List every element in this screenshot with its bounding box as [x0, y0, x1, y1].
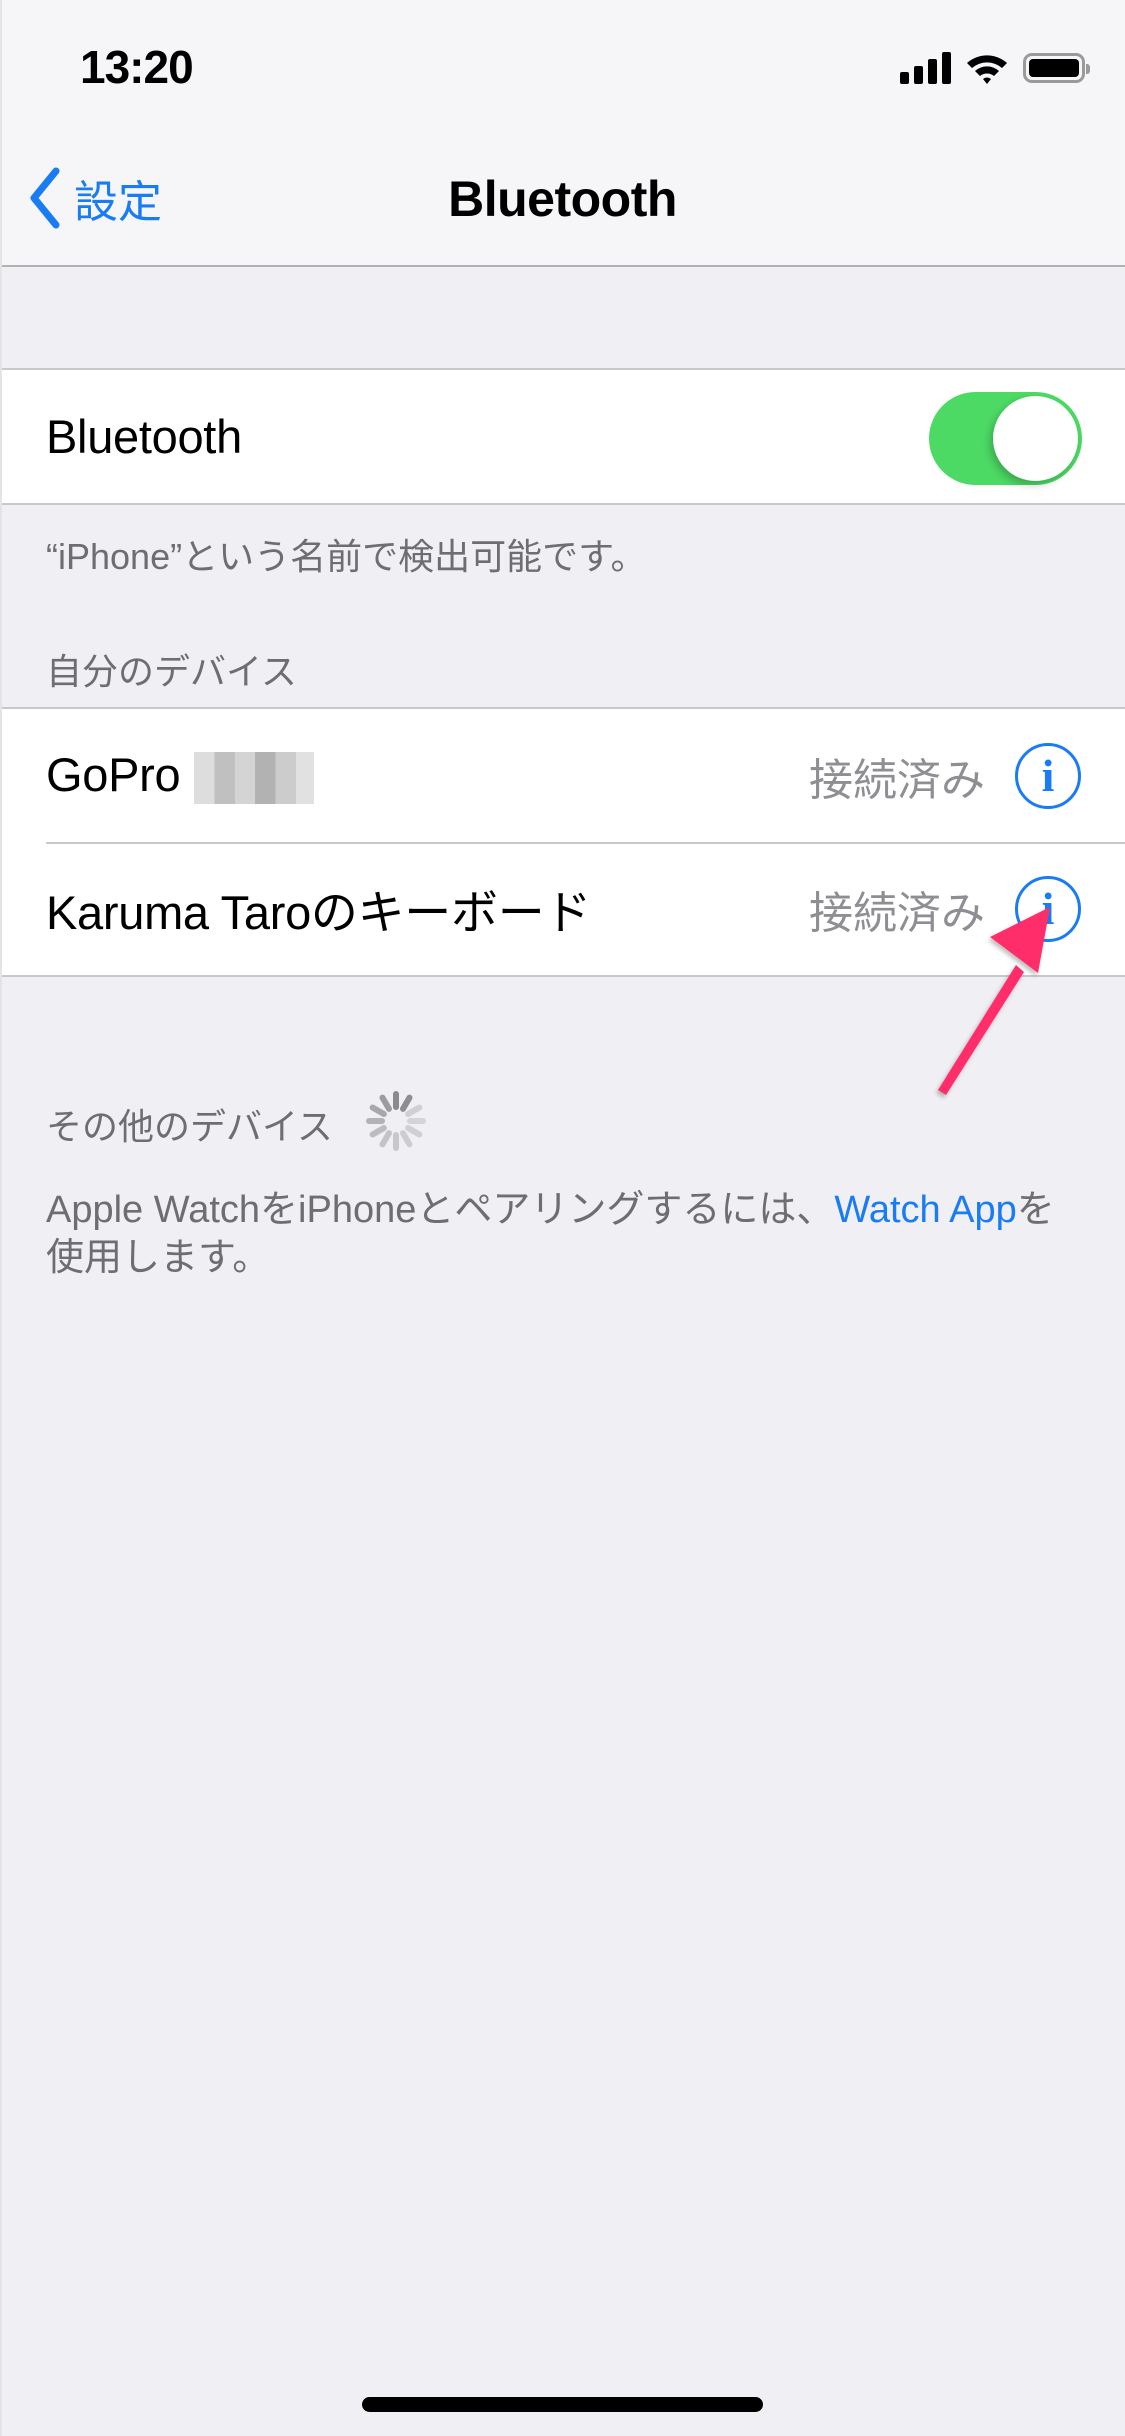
info-icon[interactable]: i — [1015, 742, 1081, 809]
discoverable-note: “iPhone”という名前で検出可能です。 — [46, 536, 647, 577]
my-devices-header: 自分のデバイス — [46, 651, 297, 692]
device-status: 接続済み — [809, 755, 985, 805]
device-name: Karuma Taroのキーボード — [46, 886, 592, 939]
bluetooth-toggle-group: Bluetooth — [0, 368, 1125, 505]
activity-spinner-icon — [366, 1091, 426, 1151]
bluetooth-toggle-row: Bluetooth — [0, 370, 1125, 503]
wifi-icon — [967, 55, 1007, 84]
device-row[interactable]: GoPro 接続済み i — [0, 709, 1125, 842]
cellular-signal-icon — [900, 52, 951, 84]
battery-icon — [1023, 53, 1090, 83]
device-row[interactable]: Karuma Taroのキーボード 接続済み i — [0, 842, 1125, 975]
bluetooth-label: Bluetooth — [46, 410, 242, 463]
status-icons — [900, 48, 1090, 88]
page-title: Bluetooth — [448, 171, 677, 227]
status-time: 13:20 — [80, 41, 194, 93]
other-devices-header: その他のデバイス — [46, 1106, 333, 1147]
redacted-name-suffix — [194, 752, 315, 805]
home-indicator[interactable] — [362, 2397, 763, 2412]
note-text: Apple WatchをiPhoneとペアリングするには、 — [46, 1189, 835, 1231]
frame-edge — [0, 0, 2, 2436]
watch-app-link[interactable]: Watch App — [834, 1189, 1016, 1231]
toggle-knob — [993, 396, 1078, 481]
bluetooth-toggle-switch[interactable] — [929, 392, 1082, 485]
device-name: GoPro — [46, 747, 315, 805]
apple-watch-note: Apple WatchをiPhoneとペアリングするには、Watch Appを使… — [46, 1186, 1086, 1282]
info-icon[interactable]: i — [1015, 875, 1081, 942]
device-name-text: GoPro — [46, 747, 181, 801]
navigation-bar: 13:20 設定 Bluetooth — [0, 0, 1125, 267]
device-status: 接続済み — [809, 888, 985, 938]
my-devices-list: GoPro 接続済み i Karuma Taroのキーボード 接続済み i — [0, 707, 1125, 977]
